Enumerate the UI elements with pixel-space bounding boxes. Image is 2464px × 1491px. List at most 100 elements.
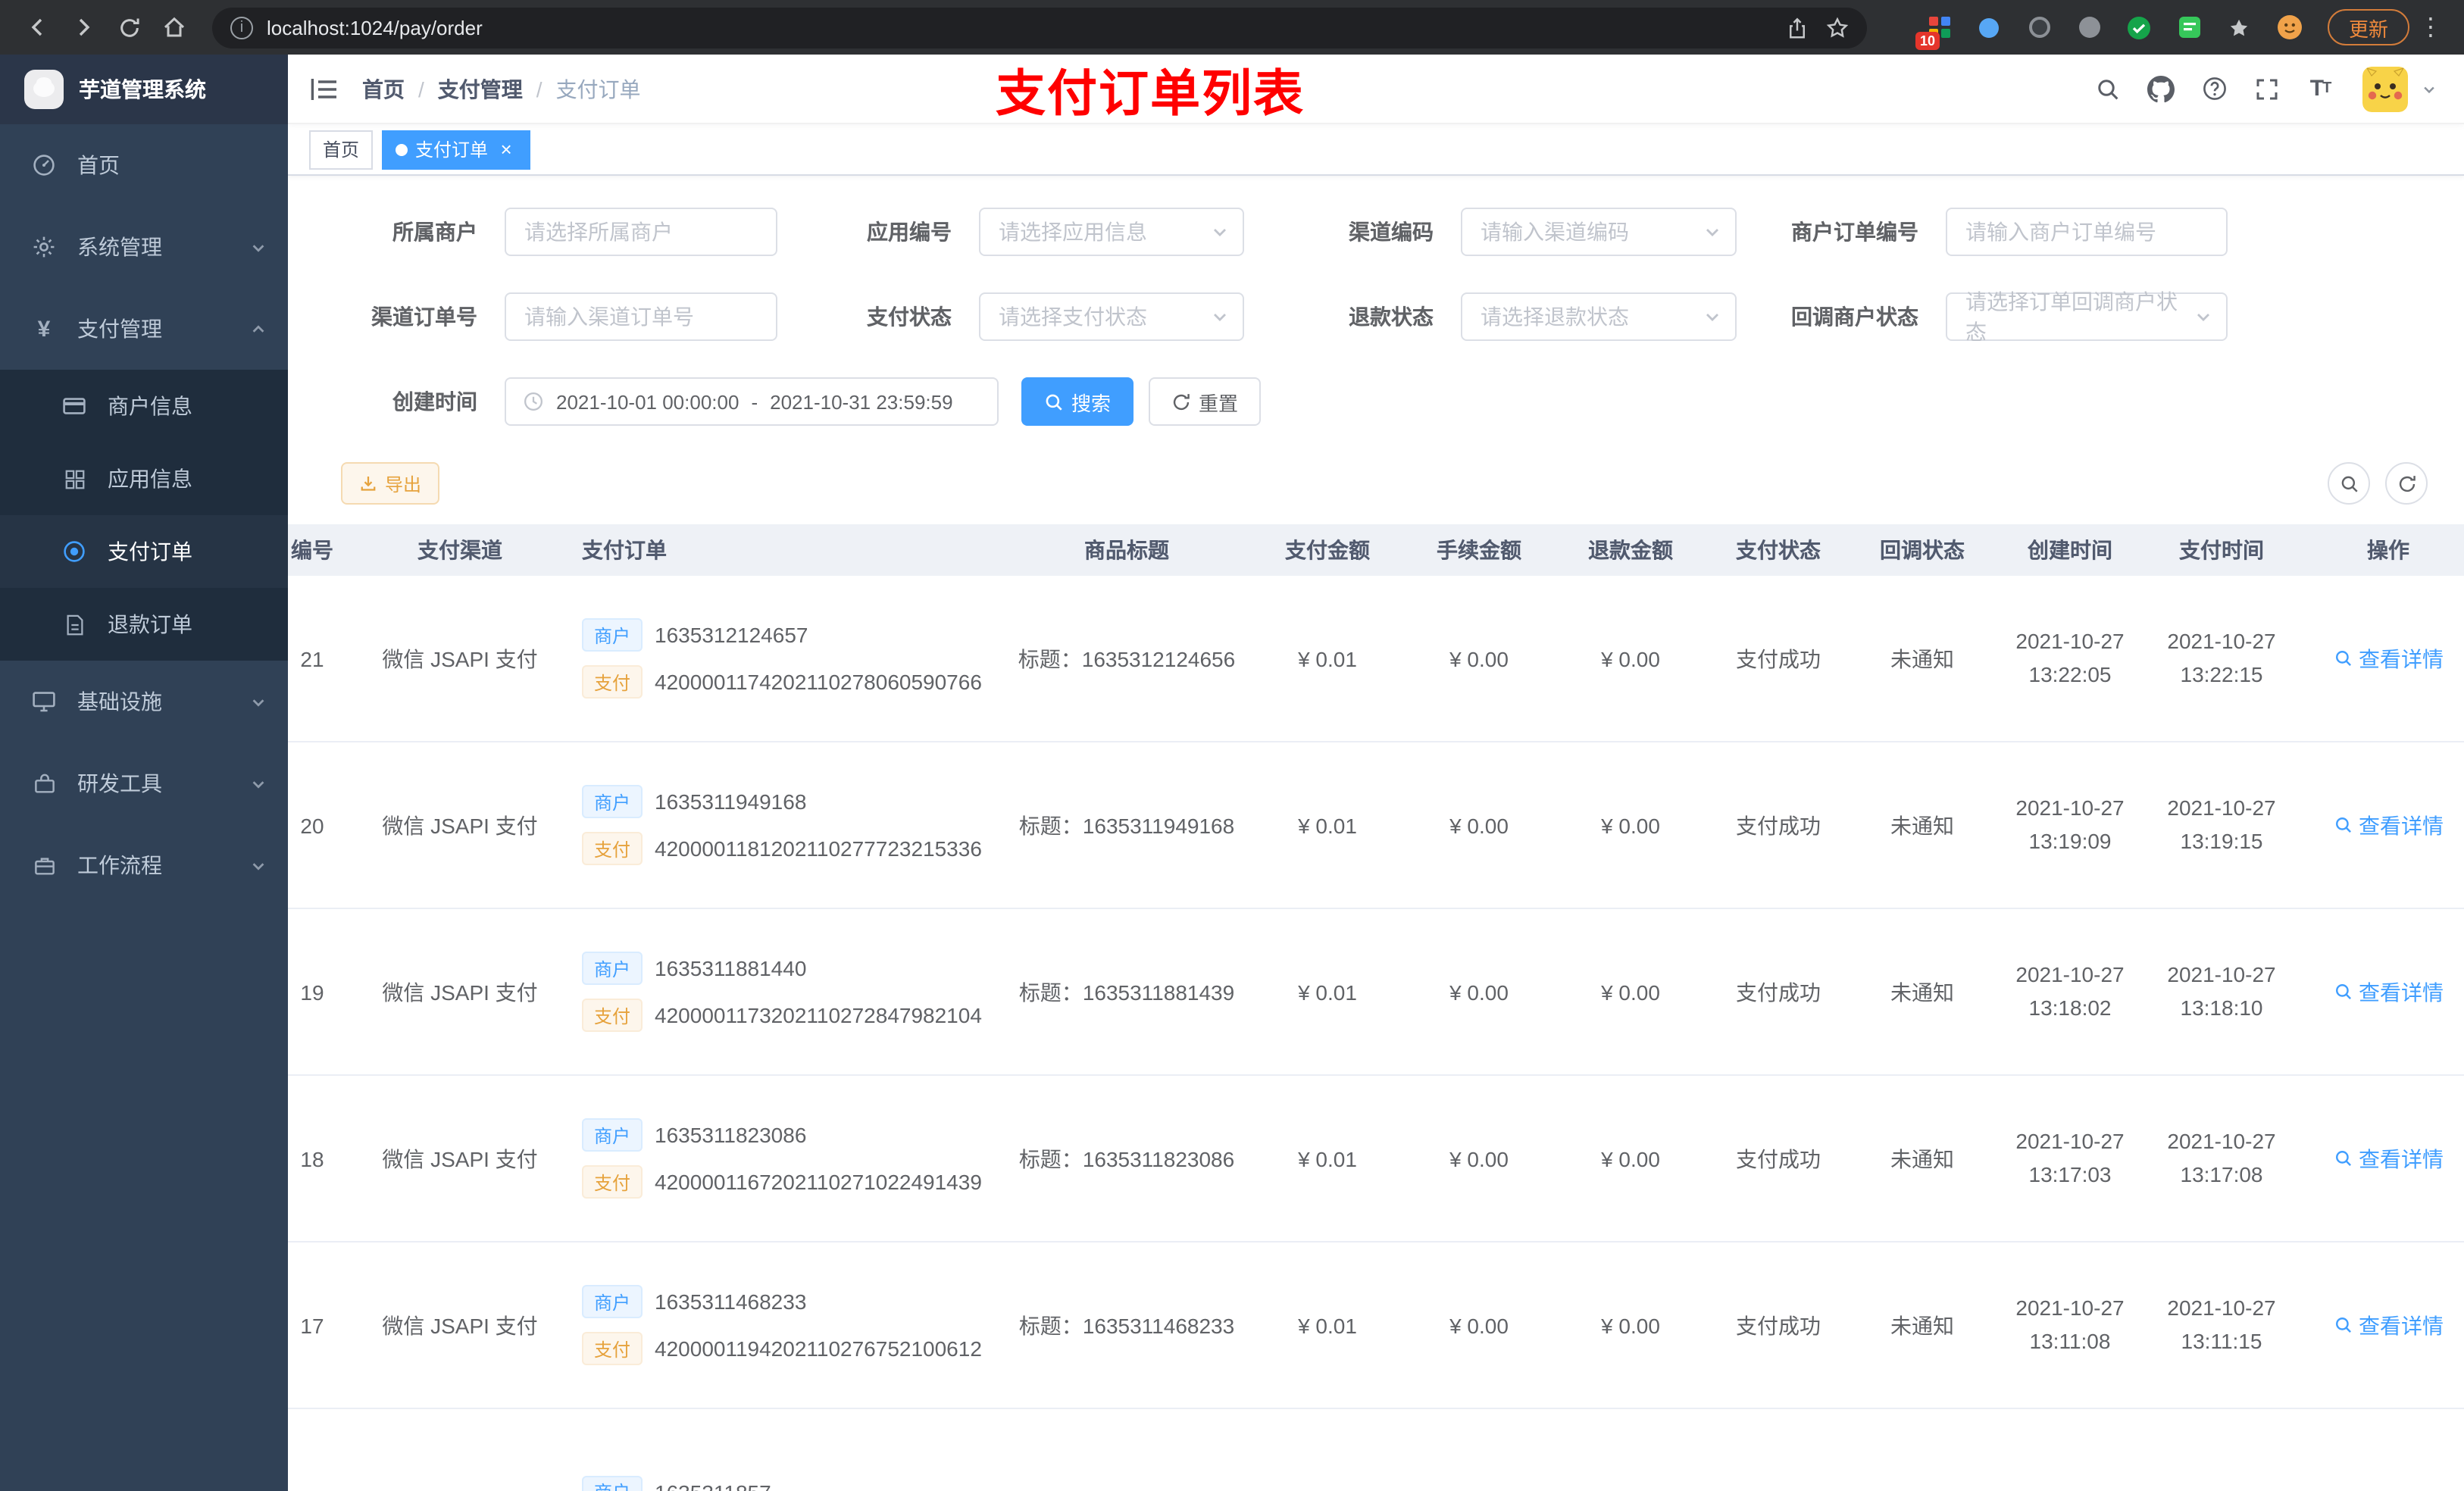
col-header: 退款金额 xyxy=(1588,538,1673,562)
browser-forward-icon[interactable] xyxy=(64,8,103,47)
fullscreen-icon[interactable] xyxy=(2247,69,2287,108)
extension-gray-icon[interactable] xyxy=(2073,11,2106,44)
cell-title: 标题： 1635311949168 xyxy=(1018,813,1235,837)
browser-extensions: 10 xyxy=(1915,11,2306,50)
sidebar-item-label: 工作流程 xyxy=(77,853,162,877)
pay-status-select[interactable]: 请选择支付状态 xyxy=(979,292,1244,341)
tab-label: 支付订单 xyxy=(415,139,489,161)
tab-pay-order[interactable]: 支付订单 × xyxy=(382,130,531,169)
sidebar-item-home[interactable]: 首页 xyxy=(0,124,288,206)
cell-fee: ¥ 0.00 xyxy=(1449,813,1509,837)
site-info-icon[interactable]: i xyxy=(230,16,253,39)
address-bar[interactable]: i localhost:1024/pay/order xyxy=(212,7,1867,48)
extension-avatar-icon[interactable] xyxy=(2273,11,2306,44)
cell-pay-time: 2021-10-27 13:11:15 xyxy=(2167,1295,2276,1352)
channel-code-select[interactable]: 请输入渠道编码 xyxy=(1461,208,1737,256)
sidebar-item-system[interactable]: 系统管理 xyxy=(0,206,288,288)
sidebar-item-merchant-info[interactable]: 商户信息 xyxy=(0,370,288,442)
refresh-button[interactable] xyxy=(2385,462,2428,505)
col-header: 支付时间 xyxy=(2179,538,2264,562)
export-button[interactable]: 导出 xyxy=(341,462,440,505)
view-detail-link[interactable]: 查看详情 xyxy=(2333,1310,2444,1340)
merchant-tag: 商户 xyxy=(582,618,643,652)
sidebar-item-app-info[interactable]: 应用信息 xyxy=(0,442,288,515)
view-detail-link[interactable]: 查看详情 xyxy=(2333,1143,2444,1174)
dashboard-icon xyxy=(30,153,58,177)
extension-check-icon[interactable] xyxy=(2123,11,2156,44)
bookmark-star-icon[interactable] xyxy=(1826,16,1849,39)
merchant-order-no-input[interactable] xyxy=(1946,208,2228,256)
pay-order-no: 4200001194202110276752100612 xyxy=(655,1336,982,1361)
breadcrumb: 首页 / 支付管理 / 支付订单 xyxy=(362,73,641,104)
sidebar-item-devtools[interactable]: 研发工具 xyxy=(0,742,288,824)
extension-pin-icon[interactable] xyxy=(2223,11,2256,44)
search-button[interactable]: 搜索 xyxy=(1021,377,1134,426)
merchant-order-no: 1635311881440 xyxy=(655,956,807,980)
refund-status-select[interactable]: 请选择退款状态 xyxy=(1461,292,1737,341)
reset-button[interactable]: 重置 xyxy=(1149,377,1262,426)
pay-tag: 支付 xyxy=(582,832,643,865)
breadcrumb-home[interactable]: 首页 xyxy=(362,73,405,104)
filter-field: 所属商户 xyxy=(341,208,777,256)
extension-chat-icon[interactable] xyxy=(2173,11,2206,44)
pay-order-no: 4200001181202110277723215336 xyxy=(655,836,982,861)
pay-order-no: 4200001167202110271022491439 xyxy=(655,1170,982,1194)
merchant-tag: 商户 xyxy=(582,1285,643,1318)
breadcrumb-payment[interactable]: 支付管理 xyxy=(438,73,523,104)
extension-dark-icon[interactable] xyxy=(2023,11,2056,44)
col-header: 商品标题 xyxy=(1084,538,1169,562)
view-detail-link[interactable]: 查看详情 xyxy=(2333,977,2444,1007)
github-icon[interactable] xyxy=(2141,69,2181,108)
font-size-icon[interactable]: TT xyxy=(2300,69,2340,108)
help-icon[interactable] xyxy=(2194,69,2234,108)
sidebar-item-pay-order[interactable]: 支付订单 xyxy=(0,515,288,588)
view-detail-link[interactable]: 查看详情 xyxy=(2333,643,2444,674)
cell-notify: 未通知 xyxy=(1890,813,1954,837)
select-placeholder: 请选择支付状态 xyxy=(999,305,1147,329)
sidebar-item-label: 基础设施 xyxy=(77,689,162,714)
table-toolbar: 导出 xyxy=(288,462,2464,505)
sidebar-item-refund-order[interactable]: 退款订单 xyxy=(0,588,288,661)
browser-back-icon[interactable] xyxy=(18,8,58,47)
user-avatar[interactable] xyxy=(2362,66,2408,111)
sidebar-item-infrastructure[interactable]: 基础设施 xyxy=(0,661,288,742)
app-select[interactable]: 请选择应用信息 xyxy=(979,208,1244,256)
cell-channel: 微信 JSAPI 支付 xyxy=(382,813,538,837)
cell-amount: ¥ 0.01 xyxy=(1298,1313,1357,1337)
sidebar-item-payment[interactable]: ¥ 支付管理 xyxy=(0,288,288,370)
notify-status-select[interactable]: 请选择订单回调商户状态 xyxy=(1946,289,2228,344)
table-header: 编号 支付渠道 支付订单 商品标题 支付金额 手续金额 退款金额 支付状态 回调… xyxy=(288,524,2464,576)
toggle-search-button[interactable] xyxy=(2328,462,2370,505)
filter-label: 退款状态 xyxy=(1349,305,1434,329)
browser-update-button[interactable]: 更新 xyxy=(2327,9,2409,45)
sidebar-toggle-icon[interactable] xyxy=(311,77,338,101)
page-content: 所属商户 应用编号 请选择应用信息 渠道编码 请输入渠道编码 xyxy=(288,176,2464,1491)
cell-id: 18 xyxy=(300,1146,324,1171)
close-tab-icon[interactable]: × xyxy=(496,139,517,159)
view-detail-link[interactable]: 查看详情 xyxy=(2333,810,2444,840)
sidebar-item-label: 商户信息 xyxy=(108,394,192,418)
extension-drop-icon[interactable] xyxy=(1973,11,2006,44)
col-header: 支付渠道 xyxy=(417,538,502,562)
extension-grid-icon[interactable]: 10 xyxy=(1915,11,1956,50)
user-caret-icon[interactable] xyxy=(2422,81,2437,96)
chevron-down-icon xyxy=(1211,308,1229,326)
cell-fee: ¥ 0.00 xyxy=(1449,646,1509,670)
sidebar-item-workflow[interactable]: 工作流程 xyxy=(0,824,288,906)
reset-button-label: 重置 xyxy=(1199,392,1239,414)
browser-home-icon[interactable] xyxy=(155,8,194,47)
tab-home[interactable]: 首页 xyxy=(309,130,374,169)
search-icon[interactable] xyxy=(2088,69,2128,108)
cell-actions: 查看详情 xyxy=(2297,977,2464,1007)
create-time-range-picker[interactable]: 2021-10-01 00:00:00 - 2021-10-31 23:59:5… xyxy=(505,377,999,426)
browser-menu-icon[interactable]: ⋮ xyxy=(2416,12,2446,42)
merchant-input[interactable] xyxy=(505,208,777,256)
cell-id: 21 xyxy=(300,646,324,670)
browser-reload-icon[interactable] xyxy=(109,8,149,47)
cell-amount: ¥ 0.01 xyxy=(1298,813,1357,837)
cell-refund: ¥ 0.00 xyxy=(1601,1313,1660,1337)
share-icon[interactable] xyxy=(1787,16,1808,39)
merchant-order-no: 1635311468233 xyxy=(655,1289,807,1314)
channel-order-no-input[interactable] xyxy=(505,292,777,341)
cell-pay-time: 2021-10-27 13:17:08 xyxy=(2167,1128,2276,1186)
